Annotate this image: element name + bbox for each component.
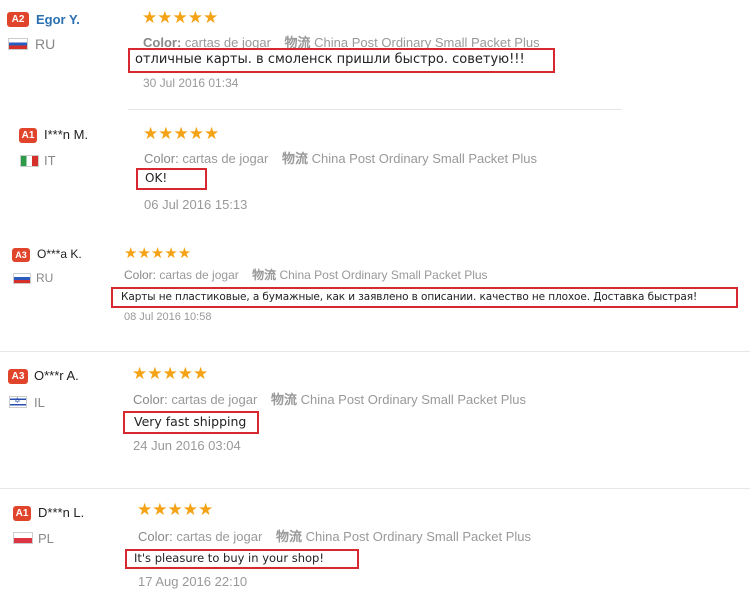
shipping-method: China Post Ordinary Small Packet Plus <box>311 151 538 166</box>
buyer-name[interactable]: O***a K. <box>37 247 82 261</box>
shipping-method: China Post Ordinary Small Packet Plus <box>305 529 532 544</box>
shipping-label: 物流 <box>281 151 308 166</box>
color-value: cartas de jogar <box>182 151 269 166</box>
shipping-label: 物流 <box>252 268 277 282</box>
color-value: cartas de jogar <box>171 392 258 407</box>
shipping-method: China Post Ordinary Small Packet Plus <box>279 268 488 282</box>
color-label: Color: <box>138 529 173 544</box>
country-flag-icon <box>13 532 33 544</box>
buyer-name[interactable]: O***r A. <box>34 368 79 383</box>
shipping-method: China Post Ordinary Small Packet Plus <box>300 392 527 407</box>
order-info: Color: cartas de jogar 物流 China Post Ord… <box>138 526 531 545</box>
color-value: cartas de jogar <box>159 268 239 282</box>
buyer-level-badge: A1 <box>13 506 31 521</box>
review-comment: OK! <box>136 168 207 190</box>
color-label: Color: <box>133 392 168 407</box>
review-date: 17 Aug 2016 22:10 <box>138 574 248 589</box>
buyer-level-badge: A3 <box>12 248 30 262</box>
review-date: 24 Jun 2016 03:04 <box>133 438 241 453</box>
rating-stars: ★★★★★ <box>143 124 220 144</box>
review-comment: Very fast shipping <box>123 411 259 434</box>
review-comment: Карты не пластиковые, а бумажные, как и … <box>111 287 738 308</box>
rating-stars: ★★★★★ <box>124 244 192 262</box>
country-flag-icon <box>20 155 39 167</box>
order-info: Color: cartas de jogar 物流 China Post Ord… <box>144 148 537 167</box>
review-date: 30 Jul 2016 01:34 <box>143 76 239 90</box>
review-comment: отличные карты. в смоленск пришли быстро… <box>128 48 555 73</box>
country-flag-icon <box>13 273 31 284</box>
review-date: 06 Jul 2016 15:13 <box>144 197 248 212</box>
order-info: Color: cartas de jogar 物流 China Post Ord… <box>124 266 488 283</box>
review-date: 08 Jul 2016 10:58 <box>124 311 212 323</box>
buyer-level-badge: A1 <box>19 128 37 143</box>
buyer-level-badge: A2 <box>7 12 29 27</box>
country-flag-icon <box>8 38 28 50</box>
country-code: IT <box>44 153 56 168</box>
divider <box>128 109 622 110</box>
buyer-name[interactable]: I***n M. <box>44 127 88 142</box>
buyer-name[interactable]: D***n L. <box>38 505 84 520</box>
country-code: IL <box>34 395 45 410</box>
country-code: PL <box>38 531 54 546</box>
buyer-level-badge: A3 <box>8 369 28 384</box>
divider <box>0 488 750 489</box>
divider <box>0 351 750 352</box>
country-code: RU <box>35 36 56 52</box>
country-code: RU <box>36 271 54 285</box>
rating-stars: ★★★★★ <box>132 364 209 384</box>
shipping-label: 物流 <box>275 529 302 544</box>
color-label: Color: <box>124 268 157 282</box>
rating-stars: ★★★★★ <box>137 500 214 520</box>
rating-stars: ★★★★★ <box>142 8 219 28</box>
color-label: Color: <box>144 151 179 166</box>
country-flag-icon <box>9 396 27 408</box>
review-comment: It's pleasure to buy in your shop! <box>125 549 359 569</box>
buyer-name[interactable]: Egor Y. <box>36 12 80 27</box>
order-info: Color: cartas de jogar 物流 China Post Ord… <box>133 389 526 408</box>
shipping-label: 物流 <box>270 392 297 407</box>
color-value: cartas de jogar <box>176 529 263 544</box>
